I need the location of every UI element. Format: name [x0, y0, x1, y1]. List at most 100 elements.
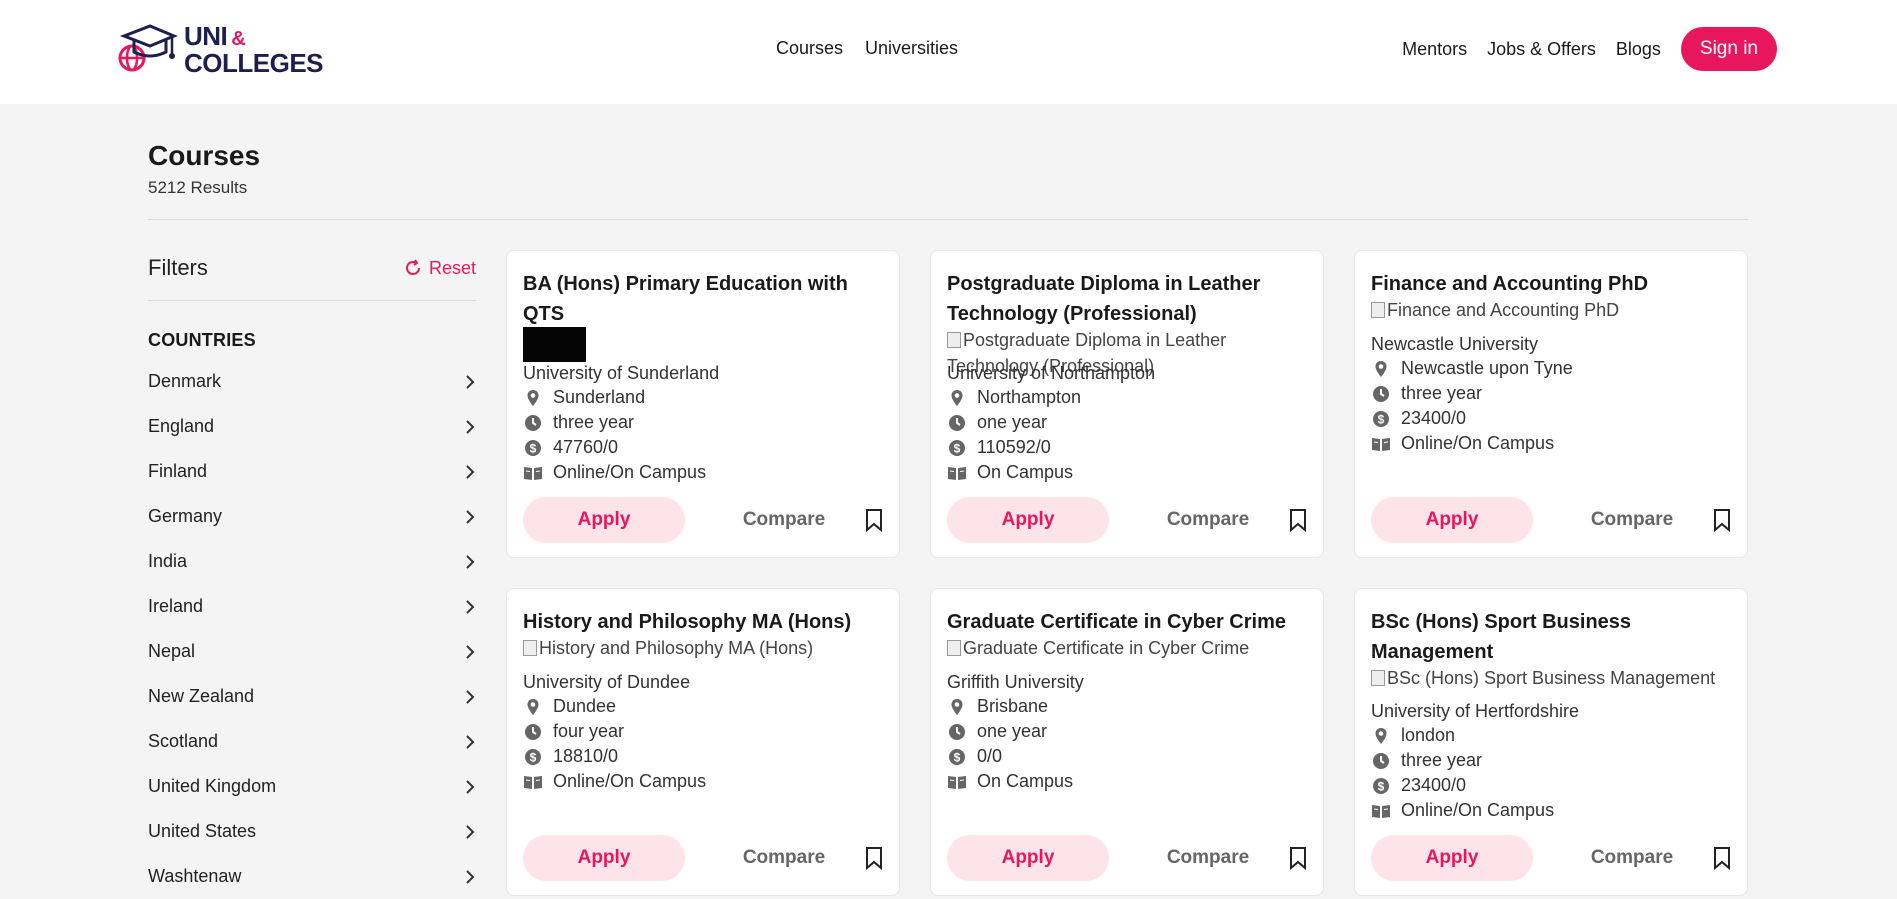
clock-icon [1373, 385, 1389, 402]
university-name: Griffith University [947, 672, 1084, 692]
dollar-icon: $ [1373, 410, 1389, 427]
compare-button[interactable]: Compare [1167, 509, 1249, 531]
course-mode: On Campus [947, 460, 1073, 485]
dollar-icon: $ [1373, 777, 1389, 794]
country-filter-item[interactable]: United States [148, 809, 476, 854]
nav-courses[interactable]: Courses [776, 38, 843, 59]
apply-button[interactable]: Apply [523, 835, 685, 881]
course-card[interactable]: BA (Hons) Primary Education with QTS Univ… [506, 250, 900, 558]
country-filter-item[interactable]: Ireland [148, 584, 476, 629]
bookmark-icon[interactable] [1287, 508, 1309, 532]
course-image-alt: Graduate Certificate in Cyber Crime [963, 638, 1250, 658]
location-pin-icon [527, 698, 539, 715]
country-label: Germany [148, 506, 223, 526]
nav-universities[interactable]: Universities [865, 38, 958, 59]
course-image-broken: Finance and Accounting PhD [1371, 297, 1731, 323]
countries-heading: COUNTRIES [148, 330, 256, 350]
country-filter-item[interactable]: Denmark [148, 359, 476, 404]
course-mode: Online/On Campus [523, 460, 706, 485]
course-title[interactable]: BSc (Hons) Sport Business Management [1371, 607, 1731, 667]
course-title[interactable]: Finance and Accounting PhD [1371, 269, 1731, 299]
apply-button[interactable]: Apply [947, 497, 1109, 543]
course-mode-value: On Campus [977, 462, 1074, 482]
course-location-value: london [1401, 725, 1456, 745]
course-duration: four year [523, 719, 624, 744]
apply-button[interactable]: Apply [523, 497, 685, 543]
bookmark-icon[interactable] [863, 508, 885, 532]
course-title[interactable]: Graduate Certificate in Cyber Crime [947, 607, 1307, 637]
course-location: Northampton [947, 385, 1081, 410]
logo-line1: UNI [184, 20, 228, 51]
course-card[interactable]: Postgraduate Diploma in Leather Technolo… [930, 250, 1324, 558]
nav-mentors[interactable]: Mentors [1402, 39, 1467, 60]
course-location-value: Sunderland [553, 387, 646, 407]
country-filter-item[interactable]: United Kingdom [148, 764, 476, 809]
bookmark-icon[interactable] [1711, 508, 1733, 532]
country-filter-item[interactable]: Germany [148, 494, 476, 539]
result-count: 5212 Results [148, 178, 248, 197]
location-pin-icon [951, 698, 963, 715]
book-open-icon [524, 466, 542, 480]
apply-button[interactable]: Apply [1371, 497, 1533, 543]
secondary-nav: Mentors Jobs & Offers Blogs Sign in [1402, 27, 1777, 71]
course-title[interactable]: History and Philosophy MA (Hons) [523, 607, 883, 637]
country-filter-item[interactable]: New Zealand [148, 674, 476, 719]
chevron-right-icon [466, 644, 475, 659]
compare-button[interactable]: Compare [743, 509, 825, 531]
apply-button[interactable]: Apply [947, 835, 1109, 881]
course-duration: three year [523, 410, 634, 435]
course-title[interactable]: BA (Hons) Primary Education with QTS [523, 269, 883, 329]
bookmark-icon[interactable] [1711, 846, 1733, 870]
broken-image-icon [1371, 302, 1385, 318]
country-filter-item[interactable]: Washtenaw [148, 854, 476, 899]
nav-jobs-offers[interactable]: Jobs & Offers [1487, 39, 1596, 60]
card-actions: Apply Compare [523, 835, 885, 881]
course-fee: $23400/0 [1371, 406, 1466, 431]
book-open-icon [1372, 437, 1390, 451]
apply-button[interactable]: Apply [1371, 835, 1533, 881]
clock-icon [525, 414, 541, 431]
course-fee-value: 23400/0 [1401, 408, 1467, 428]
broken-image-icon [523, 640, 537, 656]
bookmark-icon[interactable] [863, 846, 885, 870]
course-mode-value: Online/On Campus [553, 771, 707, 791]
country-filter-item[interactable]: Nepal [148, 629, 476, 674]
compare-button[interactable]: Compare [743, 847, 825, 869]
course-fee-value: 23400/0 [1401, 775, 1467, 795]
course-title[interactable]: Postgraduate Diploma in Leather Technolo… [947, 269, 1307, 329]
country-filter-item[interactable]: Scotland [148, 719, 476, 764]
course-duration-value: three year [1401, 750, 1483, 770]
country-label: Washtenaw [148, 866, 242, 886]
course-card[interactable]: Finance and Accounting PhD Finance and Ac… [1354, 250, 1748, 558]
refresh-icon [406, 259, 420, 275]
course-fee: $110592/0 [947, 435, 1051, 460]
card-actions: Apply Compare [947, 497, 1309, 543]
country-filter-item[interactable]: Finland [148, 449, 476, 494]
country-label: Ireland [148, 596, 204, 616]
country-filter-item[interactable]: India [148, 539, 476, 584]
location-pin-icon [527, 389, 539, 406]
page-title: Courses [148, 140, 261, 171]
course-duration-value: one year [977, 721, 1048, 741]
country-filter-item[interactable]: England [148, 404, 476, 449]
nav-blogs[interactable]: Blogs [1616, 39, 1661, 60]
compare-button[interactable]: Compare [1167, 847, 1249, 869]
course-duration: three year [1371, 748, 1482, 773]
course-card[interactable]: BSc (Hons) Sport Business Management BSc … [1354, 588, 1748, 896]
compare-button[interactable]: Compare [1591, 847, 1673, 869]
course-card[interactable]: History and Philosophy MA (Hons) History … [506, 588, 900, 896]
course-card[interactable]: Graduate Certificate in Cyber Crime Gradu… [930, 588, 1324, 896]
graduation-globe-icon [118, 24, 178, 72]
site-logo[interactable]: UNI & COLLEGES [116, 20, 324, 76]
book-open-icon [948, 466, 966, 480]
reset-label: Reset [428, 257, 476, 278]
course-fee: $23400/0 [1371, 773, 1466, 798]
reset-filters-button[interactable]: Reset [403, 258, 476, 279]
course-fee: $47760/0 [523, 435, 618, 460]
bookmark-icon[interactable] [1287, 846, 1309, 870]
svg-text:$: $ [530, 441, 537, 455]
sign-in-button[interactable]: Sign in [1680, 27, 1777, 71]
card-actions: Apply Compare [1371, 497, 1733, 543]
compare-button[interactable]: Compare [1591, 509, 1673, 531]
broken-image-icon [947, 332, 961, 348]
